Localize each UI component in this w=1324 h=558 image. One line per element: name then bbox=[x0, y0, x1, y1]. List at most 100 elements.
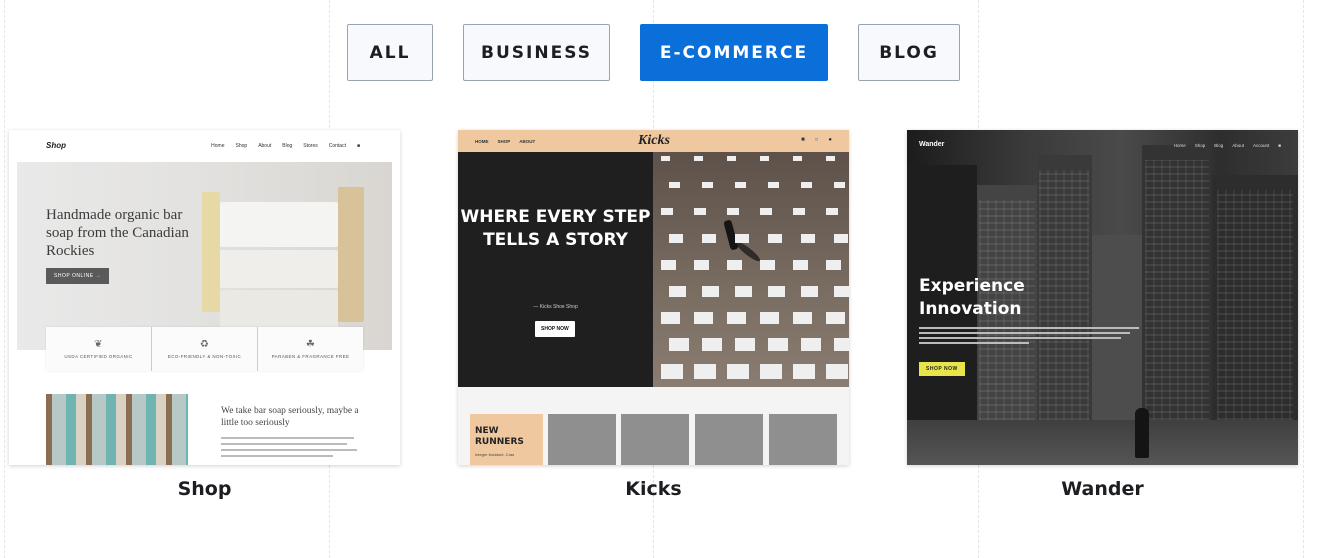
pavement-tile bbox=[793, 260, 809, 270]
pavement-tile bbox=[801, 338, 822, 352]
thumb-hero-title: Handmade organic bar soap from the Canad… bbox=[46, 207, 189, 259]
pavement-tile bbox=[760, 208, 773, 216]
thumb-hero-cta: SHOP NOW bbox=[919, 362, 965, 376]
thumb-nav-link: About bbox=[1232, 143, 1245, 148]
pavement-tile bbox=[826, 208, 839, 216]
pavement-tile bbox=[669, 234, 683, 243]
pavement-tile bbox=[768, 286, 785, 297]
thumb-placeholder-text bbox=[221, 437, 361, 457]
thumb-nav-link: Shop bbox=[235, 143, 248, 149]
pavement-tile bbox=[834, 286, 849, 297]
thumb-nav-link: Blog bbox=[1214, 143, 1224, 148]
pavement-tile bbox=[760, 156, 769, 161]
thumb-badge-label: USDA CERTIFIED ORGANIC bbox=[64, 354, 133, 359]
soap-bar-image bbox=[338, 187, 364, 322]
thumb-nav-link: ABOUT bbox=[519, 139, 536, 144]
pavement-tile bbox=[735, 182, 746, 189]
template-caption-shop[interactable]: Shop bbox=[9, 478, 400, 500]
cart-icon: ■ bbox=[1278, 143, 1281, 148]
pavement-tile bbox=[768, 234, 782, 243]
hands-icon: ☘ bbox=[305, 339, 316, 350]
recycle-icon: ♻ bbox=[199, 339, 210, 350]
pavement-tile bbox=[669, 286, 686, 297]
cart-icon: ■ bbox=[801, 137, 805, 143]
thumb-hero-panel: WHERE EVERY STEP TELLS A STORY — Kicks S… bbox=[458, 152, 653, 387]
pavement-tile bbox=[768, 182, 779, 189]
filter-business-button[interactable]: BUSINESS bbox=[463, 24, 610, 81]
template-card-kicks[interactable]: HOME SHOP ABOUT Kicks ■ ○ ● WHERE EVERY … bbox=[458, 130, 849, 465]
thumb-product-image bbox=[548, 414, 616, 465]
thumb-nav-links: Home Shop About Blog Stores Contact ■ bbox=[211, 143, 360, 149]
pavement-tile bbox=[834, 182, 845, 189]
pavement-tile bbox=[727, 260, 743, 270]
pavement-tile bbox=[661, 364, 683, 379]
thumb-section-title: NEW RUNNERS bbox=[475, 426, 524, 447]
filter-blog-button[interactable]: BLOG bbox=[858, 24, 960, 81]
runner-street-photo bbox=[653, 152, 849, 387]
thumb-nav-link: Stores bbox=[303, 143, 318, 149]
thumb-nav-link: HOME bbox=[475, 139, 489, 144]
thumb-logo: Shop bbox=[46, 141, 66, 150]
thumb-products-section: NEW RUNNERS Integer tincidunt. Cras bbox=[458, 387, 849, 465]
pavement-tile bbox=[793, 156, 802, 161]
pavement-tile bbox=[702, 286, 719, 297]
thumb-nav-link: Shop bbox=[1194, 143, 1206, 148]
pavement-tile bbox=[826, 156, 835, 161]
thumb-badge-label: PARABEN & FRAGRANCE FREE bbox=[271, 354, 350, 359]
pavement-tile bbox=[760, 260, 776, 270]
thumb-badge-label: ECO-FRIENDLY & NON-TOXIC bbox=[167, 354, 242, 359]
thumb-nav: Shop Home Shop About Blog Stores Contact… bbox=[9, 130, 400, 162]
pavement-tile bbox=[661, 260, 677, 270]
pavement-tile bbox=[694, 312, 713, 325]
pavement-tile bbox=[834, 338, 849, 352]
layout-guide bbox=[4, 0, 5, 558]
pavement-tile bbox=[801, 182, 812, 189]
user-icon: ● bbox=[828, 137, 832, 143]
thumb-badge: ♻ ECO-FRIENDLY & NON-TOXIC bbox=[152, 327, 258, 371]
pavement-tile bbox=[735, 286, 752, 297]
pavement-tile bbox=[727, 364, 749, 379]
pavement-tile bbox=[768, 338, 789, 352]
thumb-nav: HOME SHOP ABOUT Kicks ■ ○ ● bbox=[458, 130, 849, 152]
thumb-badge: ☘ PARABEN & FRAGRANCE FREE bbox=[258, 327, 363, 371]
thumb-nav-link: Contact bbox=[328, 143, 346, 149]
thumb-hero-tagline: — Kicks Shoe Shop bbox=[533, 304, 578, 310]
thumb-nav-link: SHOP bbox=[497, 139, 511, 144]
pavement-tile bbox=[694, 156, 703, 161]
pavement-tile bbox=[702, 338, 723, 352]
pavement-tile bbox=[694, 208, 707, 216]
pavement-tile bbox=[702, 234, 716, 243]
filter-all-button[interactable]: ALL bbox=[347, 24, 433, 81]
cart-icon: ■ bbox=[356, 143, 360, 149]
soap-bar-image bbox=[220, 202, 338, 247]
pavement-tile bbox=[661, 312, 680, 325]
pavement-tile bbox=[826, 364, 848, 379]
thumb-logo: Kicks bbox=[638, 133, 670, 148]
pavement-tile bbox=[793, 364, 815, 379]
thumb-new-runners-block: NEW RUNNERS Integer tincidunt. Cras bbox=[470, 414, 543, 465]
pavement-tile bbox=[735, 338, 756, 352]
layout-guide bbox=[1303, 0, 1304, 558]
thumb-nav-links: HOME SHOP ABOUT bbox=[475, 139, 535, 144]
category-filter-bar: ALL BUSINESS E-COMMERCE BLOG bbox=[0, 24, 1324, 81]
pavement-tile bbox=[760, 312, 779, 325]
thumb-nav-link: Home bbox=[1173, 143, 1186, 148]
pavement-tile bbox=[760, 364, 782, 379]
pavement-tile bbox=[793, 312, 812, 325]
thumb-hero-cta: SHOP NOW bbox=[535, 321, 575, 337]
pavement-tile bbox=[801, 234, 815, 243]
template-caption-kicks[interactable]: Kicks bbox=[458, 478, 849, 500]
pavement-tile bbox=[727, 312, 746, 325]
leaf-icon: ❦ bbox=[94, 339, 103, 350]
thumb-nav-icons: ■ ○ ● bbox=[801, 137, 832, 143]
pedestrian-figure bbox=[1135, 408, 1149, 458]
pavement-tile bbox=[661, 208, 674, 216]
thumb-hero: Handmade organic bar soap from the Canad… bbox=[17, 162, 392, 350]
pavement-tile bbox=[801, 286, 818, 297]
thumb-nav-link: Blog bbox=[282, 143, 293, 149]
template-card-shop[interactable]: Shop Home Shop About Blog Stores Contact… bbox=[9, 130, 400, 465]
template-card-wander[interactable]: Wander Home Shop Blog About Account ■ Ex… bbox=[907, 130, 1298, 465]
pavement-tile bbox=[694, 364, 716, 379]
filter-ecommerce-button[interactable]: E-COMMERCE bbox=[640, 24, 828, 81]
template-caption-wander[interactable]: Wander bbox=[907, 478, 1298, 500]
